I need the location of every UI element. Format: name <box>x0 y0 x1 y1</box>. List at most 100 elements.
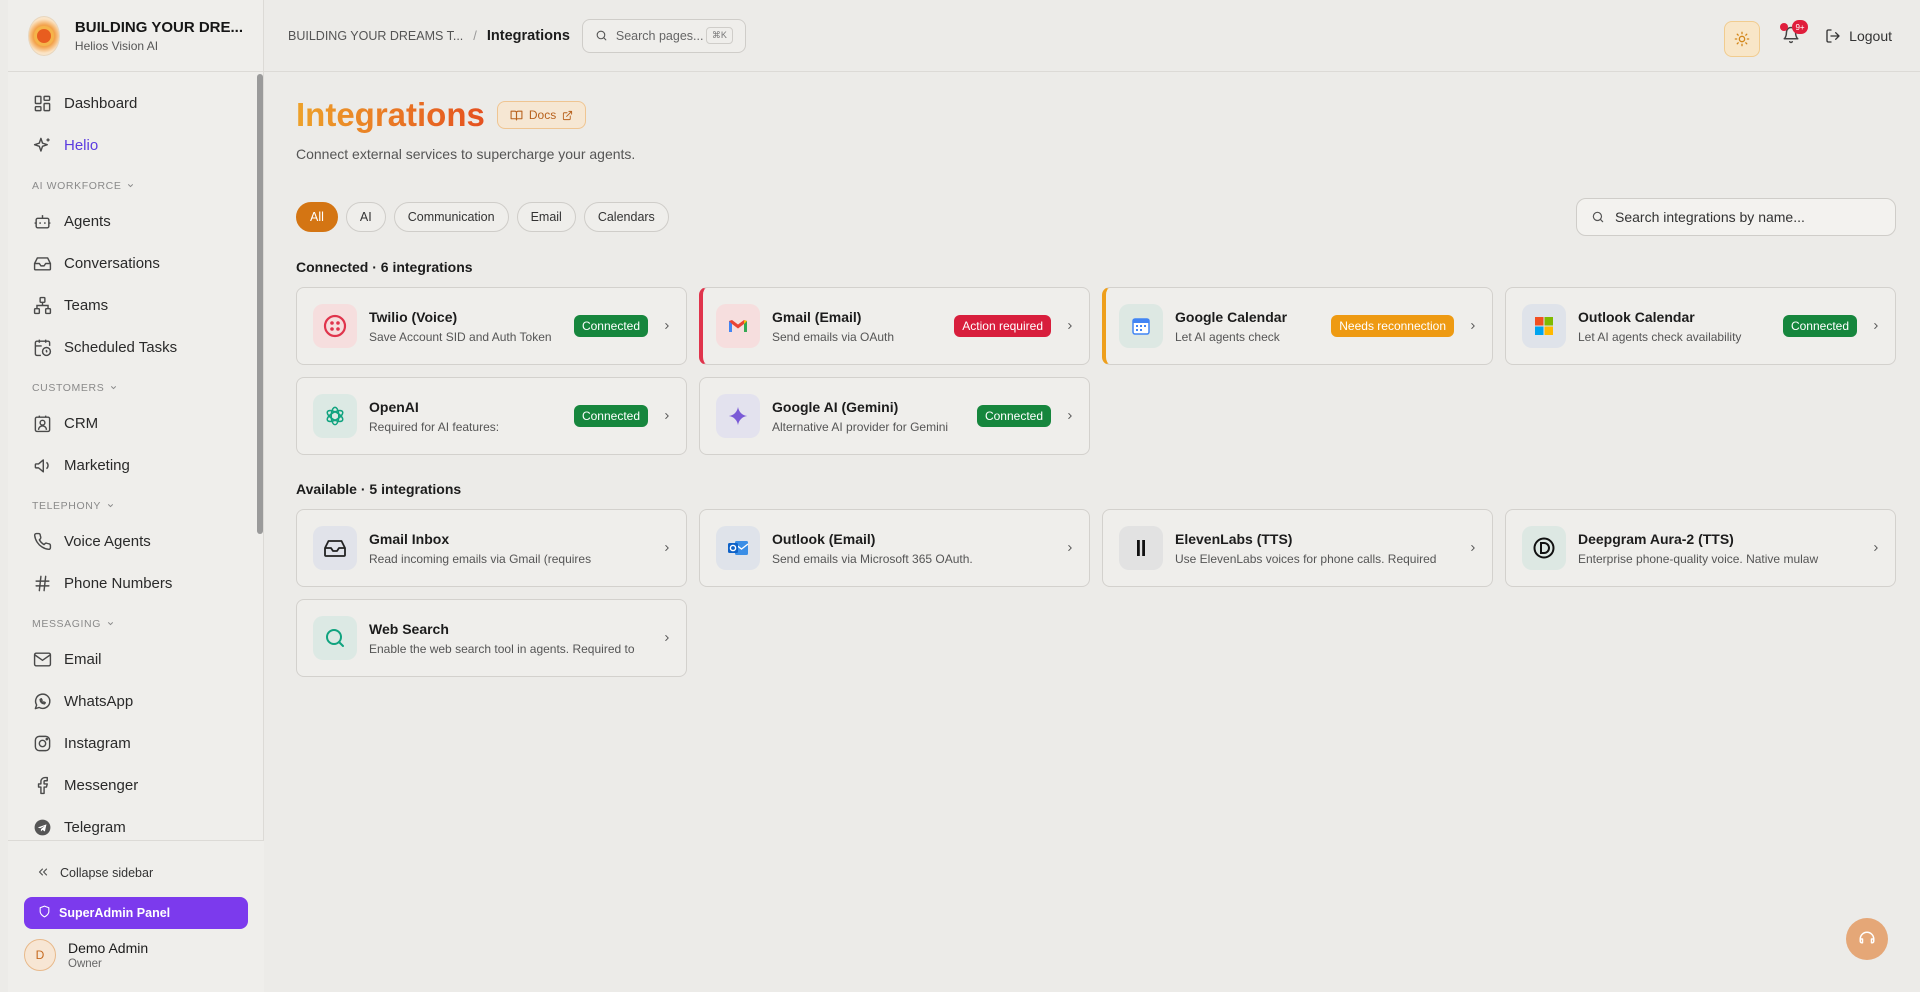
page-title: Integrations <box>296 96 485 133</box>
sidebar-item-conversations[interactable]: Conversations <box>22 242 249 284</box>
sidebar-item-crm[interactable]: CRM <box>22 402 249 444</box>
avatar: D <box>24 939 56 971</box>
integration-card-web-search[interactable]: Web Search Enable the web search tool in … <box>296 599 687 677</box>
mail-icon <box>32 649 52 669</box>
brand-subtitle: Helios Vision AI <box>74 38 159 53</box>
chevron-right-icon <box>1468 542 1478 554</box>
status-badge: Connected <box>1782 315 1857 337</box>
sidebar-item-teams[interactable]: Teams <box>22 284 249 326</box>
search-shortcut: ⌘K <box>705 27 733 44</box>
filter-chip-all[interactable]: All <box>296 202 338 232</box>
sidebar-item-voice-agents[interactable]: Voice Agents <box>22 520 249 562</box>
integration-card-outlook-calendar[interactable]: Outlook Calendar Let AI agents check avai… <box>1505 287 1896 365</box>
brand-header[interactable]: BUILDING YOUR DRE... Helios Vision AI <box>8 0 263 72</box>
integration-description: Read incoming emails via Gmail (requires <box>369 551 592 566</box>
sidebar-item-scheduled-tasks[interactable]: Scheduled Tasks <box>22 326 249 368</box>
sidebar-item-marketing[interactable]: Marketing <box>22 444 249 486</box>
integration-icon <box>313 616 357 660</box>
sidebar-item-whatsapp[interactable]: WhatsApp <box>22 680 249 722</box>
filter-chip-calendars[interactable]: Calendars <box>583 202 669 232</box>
integration-name: Gmail (Email) <box>772 308 862 325</box>
status-badge: Needs reconnection <box>1331 315 1454 337</box>
integration-description: Required for AI features: <box>369 419 500 434</box>
sidebar-section-customers[interactable]: CUSTOMERS <box>22 374 249 402</box>
chevron-down-icon <box>126 181 135 192</box>
sidebar-item-helio[interactable]: Helio <box>22 124 249 166</box>
collapse-sidebar-button[interactable]: Collapse sidebar <box>8 853 264 893</box>
integration-name: Google AI (Gemini) <box>772 398 899 415</box>
inbox-icon <box>32 253 52 273</box>
integration-description: Enable the web search tool in agents. Re… <box>369 641 635 656</box>
sun-icon <box>1734 31 1750 47</box>
page-search-button[interactable]: Search pages... ⌘K <box>581 18 746 53</box>
integration-description: Send emails via Microsoft 365 OAuth. <box>772 551 973 566</box>
sidebar-section-telephony[interactable]: TELEPHONY <box>22 492 249 520</box>
sidebar-section-ai-workforce[interactable]: AI WORKFORCE <box>22 172 249 200</box>
integration-icon <box>313 526 357 570</box>
chevron-down-icon <box>106 619 115 630</box>
superadmin-panel-label: SuperAdmin Panel <box>59 906 171 920</box>
breadcrumb-parent[interactable]: BUILDING YOUR DREAMS T... <box>288 29 463 43</box>
docs-button[interactable]: Docs <box>496 101 587 129</box>
sidebar-item-label: Dashboard <box>64 94 138 112</box>
integration-card-elevenlabs-tts[interactable]: ElevenLabs (TTS) Use ElevenLabs voices fo… <box>1102 509 1493 587</box>
integration-search-placeholder: Search integrations by name... <box>1615 209 1805 225</box>
chevron-down-icon <box>109 383 118 394</box>
integration-card-google-calendar[interactable]: Google Calendar Let AI agents check Needs … <box>1102 287 1493 365</box>
outlook-icon <box>726 536 750 560</box>
sidebar-item-instagram[interactable]: Instagram <box>22 722 249 764</box>
notifications-button[interactable]: 9+ <box>1780 20 1808 49</box>
breadcrumb-separator: / <box>473 28 477 43</box>
page-search-placeholder: Search pages... <box>615 28 704 43</box>
logout-button[interactable]: Logout <box>1825 28 1892 44</box>
integration-card-google-ai-gemini[interactable]: Google AI (Gemini) Alternative AI provide… <box>699 377 1090 455</box>
sidebar-item-agents[interactable]: Agents <box>22 200 249 242</box>
integration-card-openai[interactable]: OpenAI Required for AI features: Connected <box>296 377 687 455</box>
integration-card-gmail-inbox[interactable]: Gmail Inbox Read incoming emails via Gmai… <box>296 509 687 587</box>
user-name: Demo Admin <box>68 940 149 956</box>
sidebar-scrollbar[interactable] <box>257 74 263 534</box>
notification-dot <box>1780 23 1788 31</box>
sidebar-item-label: Phone Numbers <box>64 574 173 592</box>
sidebar-section-messaging[interactable]: MESSAGING <box>22 610 249 638</box>
instagram-icon <box>32 733 52 753</box>
connected-grid: Twilio (Voice) Save Account SID and Auth … <box>296 287 1896 455</box>
sidebar-item-label: Agents <box>64 212 111 230</box>
sidebar-item-dashboard[interactable]: Dashboard <box>22 82 249 124</box>
integration-search-input[interactable]: Search integrations by name... <box>1576 198 1896 236</box>
filter-chip-communication[interactable]: Communication <box>393 202 509 232</box>
superadmin-panel-button[interactable]: SuperAdmin Panel <box>24 897 248 929</box>
sidebar-item-telegram[interactable]: Telegram <box>22 806 249 840</box>
sparkles-icon <box>32 135 52 155</box>
integration-name: Google Calendar <box>1175 308 1288 325</box>
status-badge: Connected <box>573 315 648 337</box>
filter-chip-ai[interactable]: AI <box>345 202 386 232</box>
theme-toggle-button[interactable] <box>1724 21 1760 57</box>
sidebar-item-email[interactable]: Email <box>22 638 249 680</box>
integration-description: Send emails via OAuth <box>772 329 895 344</box>
chevron-right-icon <box>1871 320 1881 332</box>
user-profile[interactable]: D Demo Admin Owner <box>8 939 264 971</box>
contact-card-icon <box>32 413 52 433</box>
sidebar: BUILDING YOUR DRE... Helios Vision AI Da… <box>8 0 264 992</box>
integration-card-deepgram-aura-2-tts[interactable]: Deepgram Aura-2 (TTS) Enterprise phone-qu… <box>1505 509 1896 587</box>
sidebar-item-label: Voice Agents <box>64 532 151 550</box>
integration-description: Let AI agents check availability <box>1578 329 1742 344</box>
integration-description: Enterprise phone-quality voice. Native m… <box>1578 551 1819 566</box>
integration-card-outlook-email[interactable]: Outlook (Email) Send emails via Microsoft… <box>699 509 1090 587</box>
user-role: Owner <box>68 958 102 970</box>
sidebar-footer: Collapse sidebar SuperAdmin Panel D Demo… <box>8 840 264 992</box>
sidebar-item-label: Messenger <box>64 776 139 794</box>
integration-card-twilio-voice[interactable]: Twilio (Voice) Save Account SID and Auth … <box>296 287 687 365</box>
integration-name: OpenAI <box>369 398 419 415</box>
sidebar-item-messenger[interactable]: Messenger <box>22 764 249 806</box>
status-badge: Connected <box>976 405 1051 427</box>
sidebar-item-phone-numbers[interactable]: Phone Numbers <box>22 562 249 604</box>
support-button[interactable] <box>1846 918 1888 960</box>
integration-icon <box>1522 526 1566 570</box>
integration-card-gmail-email[interactable]: Gmail (Email) Send emails via OAuth Action… <box>699 287 1090 365</box>
filter-chip-email[interactable]: Email <box>516 202 576 232</box>
external-link-icon <box>562 110 573 121</box>
integration-icon <box>1119 304 1163 348</box>
chevron-right-icon <box>1065 410 1075 422</box>
